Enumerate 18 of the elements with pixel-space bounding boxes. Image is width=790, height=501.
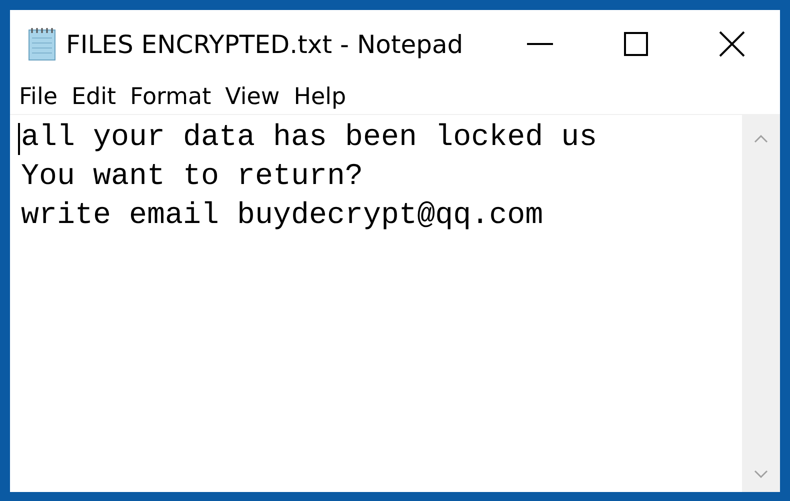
menu-item[interactable]: File bbox=[19, 84, 58, 110]
menu-item[interactable]: Edit bbox=[72, 84, 116, 110]
notepad-icon bbox=[26, 26, 58, 62]
menu-item[interactable]: Format bbox=[130, 84, 212, 110]
scroll-down-icon[interactable] bbox=[754, 470, 768, 478]
scroll-up-icon[interactable] bbox=[754, 135, 768, 143]
text-cursor bbox=[18, 123, 20, 155]
text-area[interactable]: all your data has been locked us You want to return? write email buydecrypt@qq.com bbox=[10, 115, 742, 492]
text-line: You want to return? bbox=[21, 159, 364, 196]
vertical-scrollbar[interactable] bbox=[742, 115, 780, 492]
text-line: write email buydecrypt@qq.com bbox=[21, 198, 544, 235]
menu-item[interactable]: View bbox=[225, 84, 280, 110]
menu-item[interactable]: Help bbox=[294, 84, 346, 110]
window-title: FILES ENCRYPTED.txt - Notepad bbox=[66, 30, 464, 58]
close-icon bbox=[719, 31, 745, 57]
minimize-icon bbox=[527, 42, 553, 46]
text-line: all your data has been locked us bbox=[21, 120, 598, 157]
maximize-icon bbox=[624, 32, 648, 56]
